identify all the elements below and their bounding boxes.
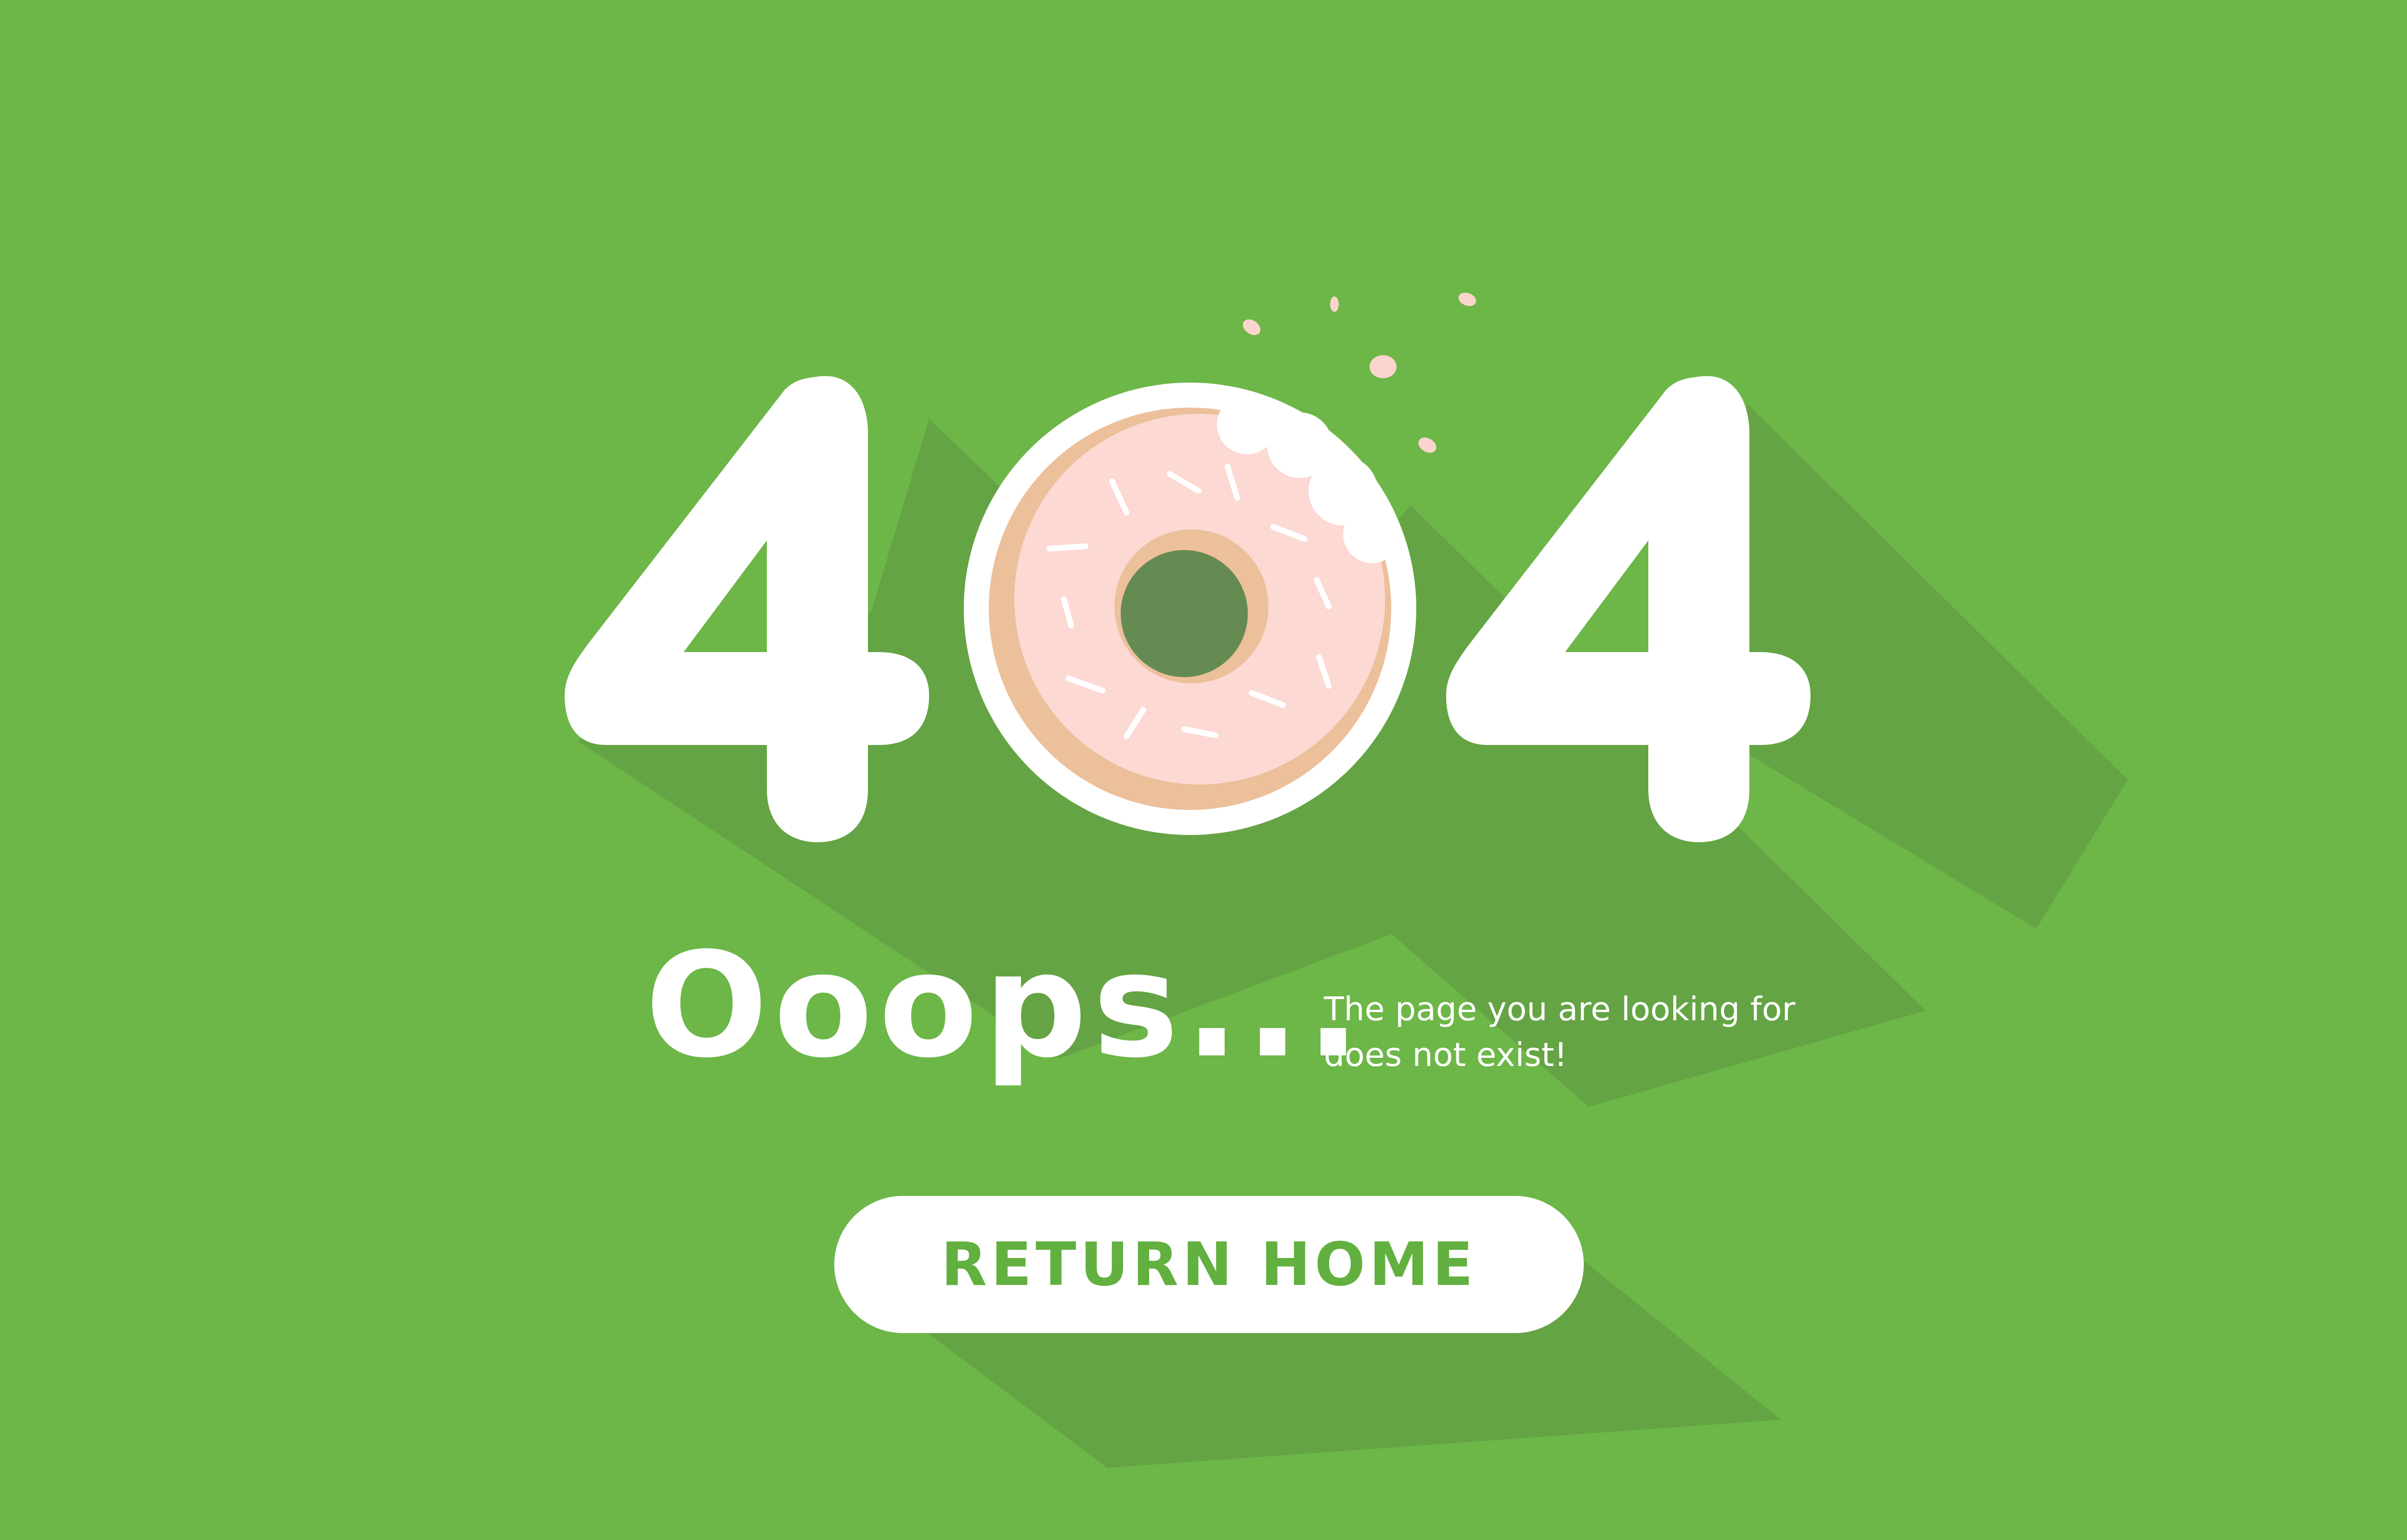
message-line-2: does not exist!: [1324, 1036, 1567, 1074]
return-home-button[interactable]: RETURN HOME: [834, 1196, 1584, 1333]
crumb: [1330, 296, 1339, 312]
crumb: [1458, 293, 1476, 306]
crumb: [1242, 319, 1261, 335]
not-found-message: The page you are looking for does not ex…: [1324, 987, 1829, 1078]
bitten-donut-icon: [964, 383, 1416, 835]
oops-heading: Ooops...: [645, 922, 1367, 1090]
error-page: Ooops... The page you are looking for do…: [0, 0, 2407, 1540]
return-home-label: RETURN HOME: [941, 1230, 1477, 1299]
donut-hole: [1121, 550, 1248, 677]
crumb: [1418, 437, 1436, 453]
message-line-1: The page you are looking for: [1324, 990, 1796, 1028]
crumb: [1370, 355, 1397, 378]
